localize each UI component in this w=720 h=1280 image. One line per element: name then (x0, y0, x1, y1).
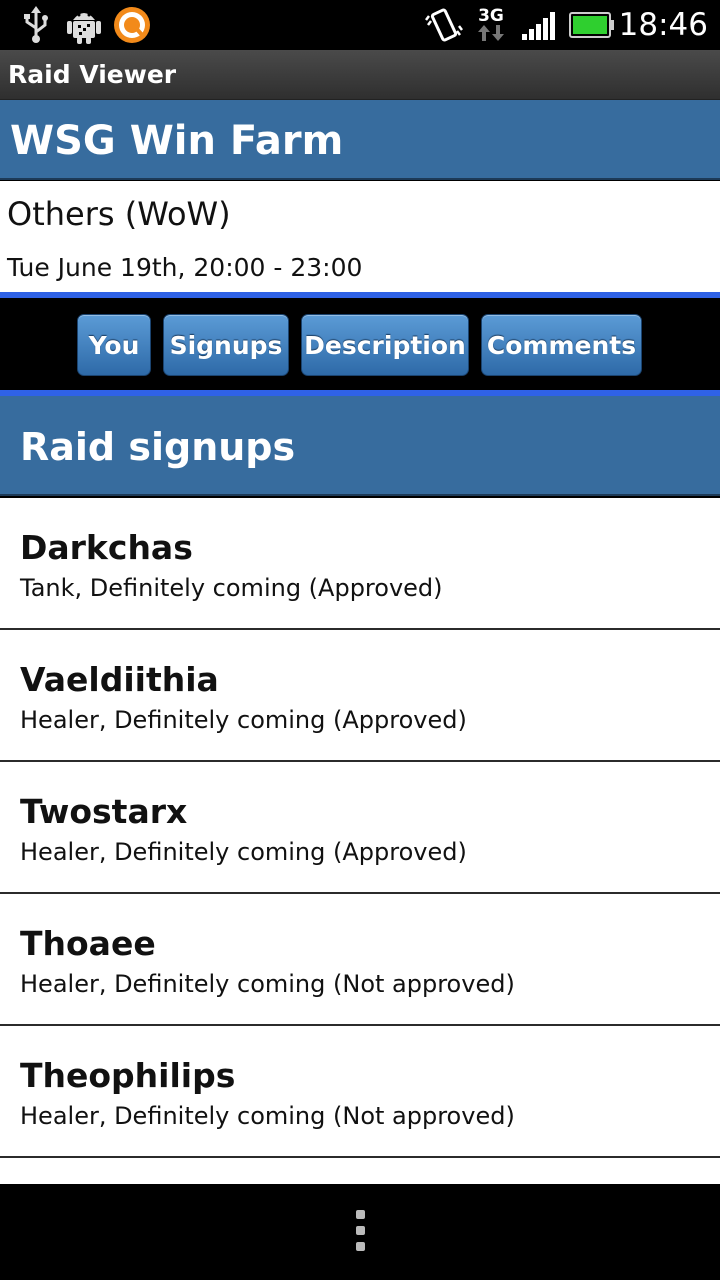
signup-name: Vaeldiithia (20, 660, 219, 699)
app-title: Raid Viewer (8, 60, 177, 89)
signup-name: Thoaee (20, 924, 156, 963)
list-item[interactable]: Twostarx Healer, Definitely coming (Appr… (0, 762, 720, 894)
event-datetime: Tue June 19th, 20:00 - 23:00 (7, 253, 363, 282)
signup-status: Healer, Definitely coming (Not approved) (20, 1102, 515, 1130)
app-notification-icon (112, 0, 152, 50)
tab-you[interactable]: You (77, 314, 151, 376)
section-title: Raid signups (20, 425, 296, 469)
list-item[interactable]: Vaeldiithia Healer, Definitely coming (A… (0, 630, 720, 762)
list-item[interactable]: Thoaee Healer, Definitely coming (Not ap… (0, 894, 720, 1026)
tab-signups[interactable]: Signups (163, 314, 289, 376)
event-info: Others (WoW) Tue June 19th, 20:00 - 23:0… (0, 181, 720, 292)
bottom-bar (0, 1184, 720, 1280)
network-3g-icon: 3G (474, 0, 508, 50)
usb-icon (20, 0, 52, 50)
list-item[interactable]: Darkchas Tank, Definitely coming (Approv… (0, 498, 720, 630)
signal-icon (520, 0, 558, 50)
section-header: Raid signups (0, 396, 720, 496)
signup-name: Darkchas (20, 528, 193, 567)
status-bar: 3G 18:46 (0, 0, 720, 50)
tab-comments[interactable]: Comments (481, 314, 642, 376)
android-debug-icon (66, 0, 102, 50)
battery-icon (568, 0, 616, 50)
signup-status: Tank, Definitely coming (Approved) (20, 574, 443, 602)
event-header: WSG Win Farm (0, 100, 720, 180)
list-item[interactable]: Theophilips Healer, Definitely coming (N… (0, 1026, 720, 1158)
event-game: Others (WoW) (7, 195, 231, 233)
signup-name: Theophilips (20, 1056, 236, 1095)
overflow-menu-icon[interactable] (354, 1210, 366, 1254)
signup-name: Twostarx (20, 792, 188, 831)
vibrate-icon (424, 0, 464, 50)
app-title-bar: Raid Viewer (0, 50, 720, 100)
signup-status: Healer, Definitely coming (Approved) (20, 838, 467, 866)
signup-status: Healer, Definitely coming (Not approved) (20, 970, 515, 998)
clock: 18:46 (618, 7, 708, 43)
event-title: WSG Win Farm (10, 118, 344, 164)
signup-status: Healer, Definitely coming (Approved) (20, 706, 467, 734)
tab-navigation: You Signups Description Comments (0, 292, 720, 396)
signup-list: Darkchas Tank, Definitely coming (Approv… (0, 498, 720, 1184)
tab-description[interactable]: Description (301, 314, 469, 376)
